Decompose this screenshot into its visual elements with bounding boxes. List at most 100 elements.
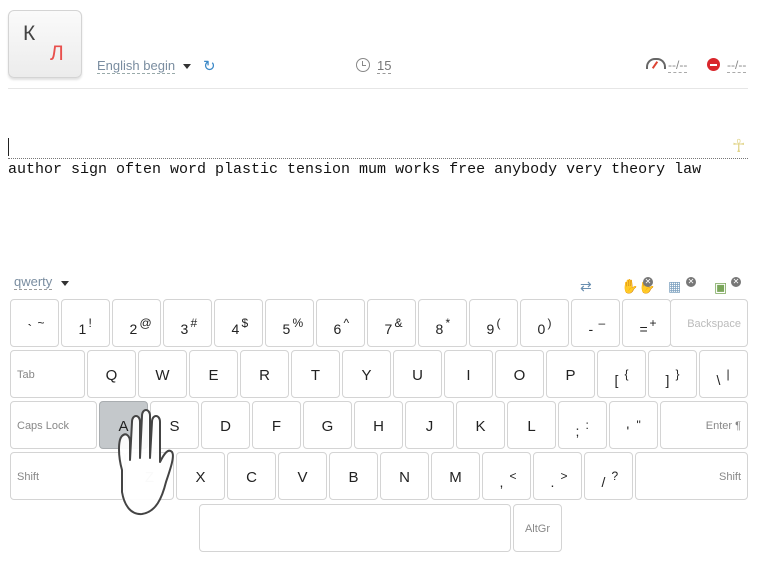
key-shift-right[interactable]: Shift (635, 452, 748, 500)
key-tab[interactable]: Tab (10, 350, 85, 398)
close-icon[interactable]: ✕ (686, 277, 696, 287)
key-label: N (399, 469, 410, 486)
key-char: 1 (78, 321, 87, 337)
key-shift-char: % (292, 316, 304, 330)
key-label: W (155, 367, 170, 384)
key-row1-2[interactable]: 2 @ (112, 299, 161, 347)
key-n[interactable]: N (380, 452, 429, 500)
key-label: K (475, 418, 486, 435)
key-label: G (321, 418, 334, 435)
key-label: V (297, 469, 308, 486)
key-label: R (259, 367, 270, 384)
chevron-down-icon[interactable] (61, 281, 69, 286)
key-enter[interactable]: Enter ¶ (660, 401, 748, 449)
key-row1-4[interactable]: 4 $ (214, 299, 263, 347)
key-f[interactable]: F (252, 401, 301, 449)
key-r[interactable]: R (240, 350, 289, 398)
key-k[interactable]: K (456, 401, 505, 449)
key-y[interactable]: Y (342, 350, 391, 398)
key-label: F (271, 418, 282, 435)
key-x[interactable]: X (176, 452, 225, 500)
key-shift-left[interactable]: Shift (10, 452, 125, 500)
key-row1-6[interactable]: 6 ^ (316, 299, 365, 347)
key-row2-sym-2[interactable]: \ | (699, 350, 748, 398)
layout-select[interactable]: qwerty (14, 274, 53, 290)
close-icon[interactable]: ✕ (643, 277, 653, 287)
key-char: ; (575, 423, 580, 439)
key-w[interactable]: W (138, 350, 187, 398)
key-shift-char: – (598, 316, 606, 330)
key-v[interactable]: V (278, 452, 327, 500)
key-row1-3[interactable]: 3 # (163, 299, 212, 347)
key-row3-sym-1[interactable]: ' " (609, 401, 658, 449)
key-shift-char: + (649, 316, 657, 330)
key-backspace[interactable]: Backspace (670, 299, 748, 347)
key-shift-char: < (509, 469, 517, 483)
divider (8, 88, 748, 89)
ankh-icon[interactable]: ☥ (732, 136, 745, 156)
key-row1-9[interactable]: 9( (469, 299, 518, 347)
key-row4-sym-1[interactable]: . > (533, 452, 582, 500)
key-e[interactable]: E (189, 350, 238, 398)
errors-value[interactable]: --/-- (727, 58, 747, 73)
key-row3-sym-0[interactable]: ;: (558, 401, 607, 449)
key-row2-sym-1[interactable]: ]} (648, 350, 697, 398)
key-row1-5[interactable]: 5% (265, 299, 314, 347)
refresh-icon[interactable]: ↻ (203, 59, 216, 74)
chevron-down-icon[interactable] (183, 64, 191, 69)
key-t[interactable]: T (291, 350, 340, 398)
key-row1-0[interactable]: ` ~ (10, 299, 59, 347)
key-l[interactable]: L (507, 401, 556, 449)
key-g[interactable]: G (303, 401, 352, 449)
key-space[interactable] (199, 504, 511, 552)
key-shift-char: ? (611, 469, 619, 483)
speed-value[interactable]: --/-- (668, 58, 688, 73)
key-d[interactable]: D (201, 401, 250, 449)
key-shift-char: ) (547, 316, 552, 330)
settings-icon[interactable]: ⇄ (580, 279, 592, 293)
key-label: H (373, 418, 384, 435)
key-i[interactable]: I (444, 350, 493, 398)
key-q[interactable]: Q (87, 350, 136, 398)
key-char: 2 (129, 321, 138, 337)
close-icon[interactable]: ✕ (731, 277, 741, 287)
key-c[interactable]: C (227, 452, 276, 500)
key-char: = (639, 321, 648, 337)
key-char: \ (716, 372, 721, 388)
key-row1-8[interactable]: 8 * (418, 299, 467, 347)
display-icon[interactable]: ▣ (714, 280, 727, 294)
key-row4-sym-0[interactable]: , < (482, 452, 531, 500)
key-shift-char: : (585, 418, 589, 432)
key-row1-11[interactable]: - – (571, 299, 620, 347)
key-label: B (348, 469, 359, 486)
key-char: 7 (384, 321, 393, 337)
key-char: 0 (537, 321, 546, 337)
key-p[interactable]: P (546, 350, 595, 398)
key-char: 8 (435, 321, 444, 337)
key-row1-10[interactable]: 0) (520, 299, 569, 347)
key-char: ' (626, 423, 630, 439)
key-label: T (310, 367, 321, 384)
keyboard-icon[interactable]: ▦ (668, 279, 681, 293)
timer-value[interactable]: 15 (377, 58, 392, 74)
key-label: X (195, 469, 206, 486)
key-caps-lock[interactable]: Caps Lock (10, 401, 97, 449)
key-u[interactable]: U (393, 350, 442, 398)
key-h[interactable]: H (354, 401, 403, 449)
key-o[interactable]: O (495, 350, 544, 398)
key-char: 5 (282, 321, 291, 337)
key-m[interactable]: M (431, 452, 480, 500)
key-altgr[interactable]: AltGr (513, 504, 562, 552)
key-shift-char: # (190, 316, 198, 330)
lesson-select[interactable]: English begin (97, 58, 176, 74)
key-b[interactable]: B (329, 452, 378, 500)
key-label: C (246, 469, 257, 486)
key-row1-12[interactable]: = + (622, 299, 671, 347)
key-shift-char: & (394, 316, 403, 330)
key-row2-sym-0[interactable]: [{ (597, 350, 646, 398)
key-j[interactable]: J (405, 401, 454, 449)
key-row1-7[interactable]: 7 & (367, 299, 416, 347)
key-row1-1[interactable]: 1! (61, 299, 110, 347)
key-shift-char: | (726, 367, 730, 381)
key-row4-sym-2[interactable]: /? (584, 452, 633, 500)
